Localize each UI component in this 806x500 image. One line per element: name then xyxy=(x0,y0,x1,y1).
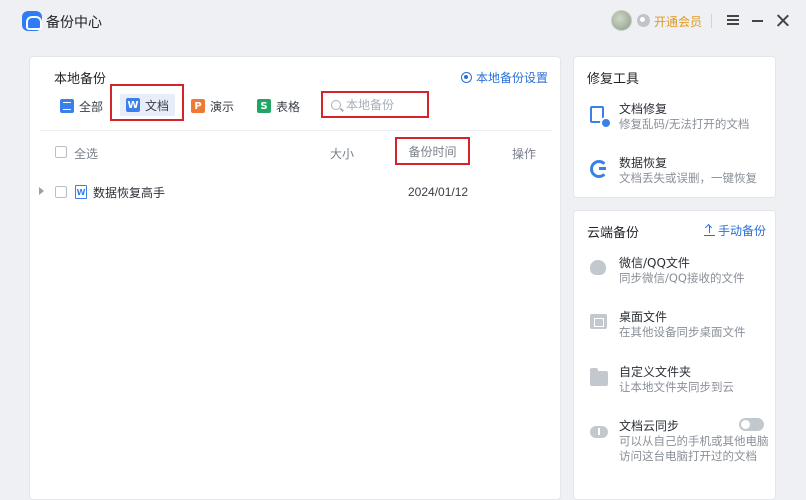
tool-desc: 同步微信/QQ接收的文件 xyxy=(619,271,745,285)
tool-name: 文档云同步 xyxy=(619,419,680,433)
cloud-backup-title: 云端备份 xyxy=(587,226,640,241)
close-icon[interactable] xyxy=(776,14,789,27)
vip-button[interactable]: 开通会员 xyxy=(654,13,702,30)
folder-icon xyxy=(590,368,608,386)
manual-backup-label: 手动备份 xyxy=(718,224,767,238)
table-row[interactable]: W 数据恢复高手 2024/01/12 xyxy=(30,177,560,207)
tool-desc: 可以从自己的手机或其他电脑 xyxy=(619,434,769,448)
cloud-item-desktop[interactable]: 桌面文件 在其他设备同步桌面文件 xyxy=(574,308,775,342)
select-all-label[interactable]: 全选 xyxy=(74,145,98,162)
cloud-backup-panel: 云端备份 手动备份 微信/QQ文件 同步微信/QQ接收的文件 桌面文件 在其他设… xyxy=(573,210,776,500)
tool-desc: 在其他设备同步桌面文件 xyxy=(619,325,746,339)
wechat-qq-icon xyxy=(590,260,606,275)
tool-doc-repair[interactable]: 文档修复 修复乱码/无法打开的文档 xyxy=(574,100,775,134)
cloud-item-custom-folder[interactable]: 自定义文件夹 让本地文件夹同步到云 xyxy=(574,363,775,397)
filter-all[interactable]: 全部 xyxy=(60,97,103,115)
tool-data-recovery[interactable]: 数据恢复 文档丢失或误删，一键恢复 xyxy=(574,154,775,188)
tool-desc: 修复乱码/无法打开的文档 xyxy=(619,117,750,131)
highlight-box xyxy=(110,84,184,121)
local-backup-settings-label: 本地备份设置 xyxy=(476,71,549,85)
user-avatar[interactable] xyxy=(611,10,632,31)
filter-ppt[interactable]: P 演示 xyxy=(191,97,234,115)
tool-desc: 文档丢失或误删，一键恢复 xyxy=(619,171,757,185)
local-backup-settings-link[interactable]: 本地备份设置 xyxy=(461,69,548,86)
doc-repair-icon xyxy=(590,106,612,129)
repair-tools-title: 修复工具 xyxy=(587,72,640,87)
row-name: 数据恢复高手 xyxy=(93,186,166,200)
word-doc-icon: W xyxy=(75,185,87,199)
tool-desc: 访问这台电脑打开过的文档 xyxy=(619,449,757,463)
search-input[interactable]: 本地备份 xyxy=(321,91,429,118)
filter-sheet[interactable]: S 表格 xyxy=(257,97,300,115)
title-bar: 备份中心 开通会员 xyxy=(0,0,806,42)
upload-icon xyxy=(704,225,715,236)
data-recovery-icon xyxy=(590,160,608,178)
tool-name: 桌面文件 xyxy=(619,310,668,324)
cloud-item-doc-sync: 文档云同步 可以从自己的手机或其他电脑 访问这台电脑打开过的文档 xyxy=(574,417,775,465)
spreadsheet-icon: S xyxy=(257,99,271,113)
row-backup-time: 2024/01/12 xyxy=(408,185,469,199)
minimize-icon[interactable] xyxy=(752,20,763,22)
repair-tools-panel: 修复工具 文档修复 修复乱码/无法打开的文档 数据恢复 文档丢失或误删，一键恢复 xyxy=(573,56,776,198)
tool-name: 文档修复 xyxy=(619,102,668,116)
filter-ppt-label: 演示 xyxy=(210,99,235,114)
list-icon xyxy=(60,99,74,113)
gear-icon xyxy=(461,72,472,83)
filter-sheet-label: 表格 xyxy=(276,99,301,114)
cloud-sync-icon xyxy=(590,426,608,438)
vip-icon[interactable] xyxy=(637,14,650,27)
local-backup-title: 本地备份 xyxy=(54,72,107,87)
divider xyxy=(40,130,552,131)
select-all-checkbox[interactable] xyxy=(55,146,67,158)
tool-desc: 让本地文件夹同步到云 xyxy=(619,380,734,394)
menu-icon[interactable] xyxy=(727,15,739,25)
tool-name: 微信/QQ文件 xyxy=(619,256,690,270)
presentation-icon: P xyxy=(191,99,205,113)
filter-all-label: 全部 xyxy=(79,99,104,114)
row-checkbox[interactable] xyxy=(55,186,67,198)
column-size[interactable]: 大小 xyxy=(330,145,354,162)
search-icon xyxy=(331,99,341,110)
app-logo-icon xyxy=(22,11,42,31)
expand-arrow-icon[interactable] xyxy=(39,187,44,195)
local-backup-panel: 本地备份 本地备份设置 全部 W 文档 P 演示 S 表格 本地备份 全选 大小… xyxy=(29,56,561,500)
column-backup-time[interactable]: 备份时间 xyxy=(395,137,470,165)
tool-name: 自定义文件夹 xyxy=(619,365,692,379)
search-placeholder: 本地备份 xyxy=(346,98,395,112)
doc-sync-toggle[interactable] xyxy=(739,418,764,431)
desktop-icon xyxy=(590,314,607,329)
cloud-item-wechat-qq[interactable]: 微信/QQ文件 同步微信/QQ接收的文件 xyxy=(574,254,775,288)
app-title: 备份中心 xyxy=(46,15,102,31)
titlebar-divider xyxy=(711,14,712,28)
tool-name: 数据恢复 xyxy=(619,156,668,170)
column-action: 操作 xyxy=(512,147,537,161)
manual-backup-button[interactable]: 手动备份 xyxy=(704,222,766,239)
